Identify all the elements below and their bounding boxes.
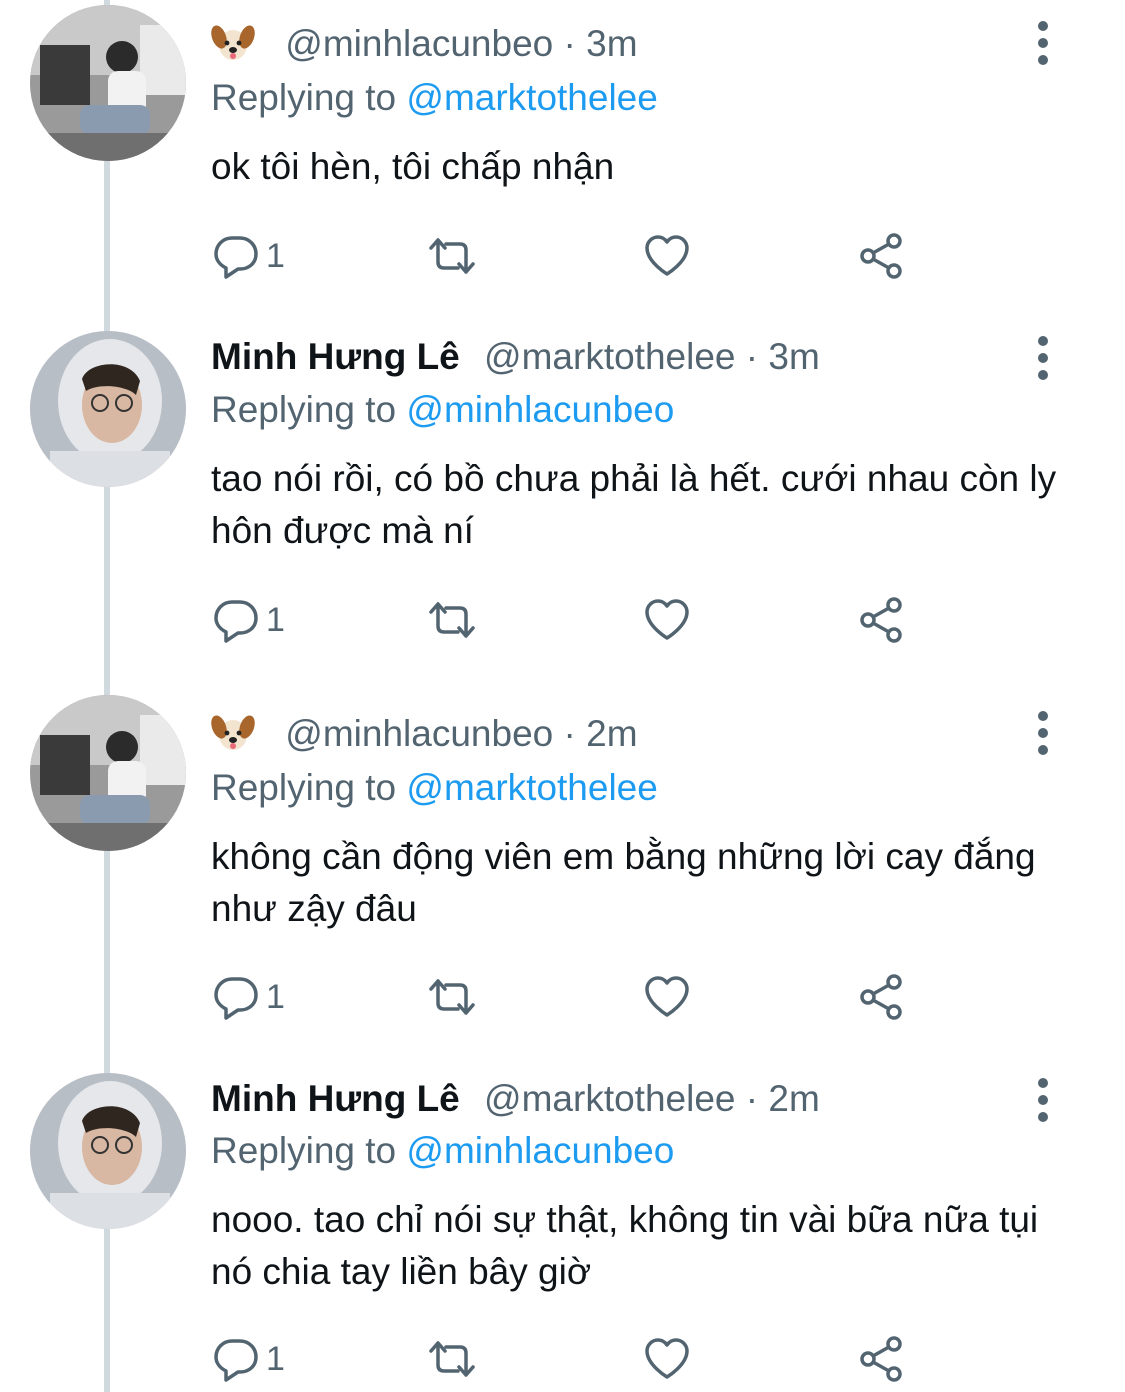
- like-button[interactable]: [643, 595, 691, 645]
- retweet-icon: [429, 979, 475, 1015]
- tweet-header: @minhlacunbeo · 2m: [211, 711, 638, 757]
- tweet-header: @minhlacunbeo · 3m: [211, 21, 638, 67]
- reply-button[interactable]: 1: [212, 972, 285, 1022]
- tweet-header: Minh Hưng Lê @marktothelee · 3m: [211, 334, 820, 380]
- replying-mention[interactable]: @minhlacunbeo: [406, 1130, 674, 1171]
- share-button[interactable]: [858, 972, 906, 1022]
- tweet-actions: 1: [0, 972, 1125, 1022]
- replying-to: Replying to @minhlacunbeo: [211, 387, 674, 433]
- reply-count: 1: [266, 978, 285, 1016]
- more-options-icon[interactable]: [1028, 1075, 1058, 1125]
- retweet-button[interactable]: [428, 972, 476, 1022]
- share-icon: [860, 974, 902, 1020]
- avatar-photo: [30, 1073, 186, 1229]
- tweet-actions: 1: [0, 231, 1125, 281]
- retweet-button[interactable]: [428, 1334, 476, 1384]
- avatar[interactable]: [30, 1073, 186, 1229]
- user-handle[interactable]: @minhlacunbeo: [285, 713, 553, 754]
- more-options-icon[interactable]: [1028, 333, 1058, 383]
- avatar[interactable]: [30, 331, 186, 487]
- replying-prefix: Replying to: [211, 767, 397, 808]
- reply-icon: [214, 236, 258, 279]
- retweet-icon: [429, 238, 475, 274]
- retweet-button[interactable]: [428, 595, 476, 645]
- share-button[interactable]: [858, 1334, 906, 1384]
- share-icon: [860, 233, 902, 279]
- tweet-text: ok tôi hèn, tôi chấp nhận: [211, 146, 615, 187]
- tweet-time[interactable]: · 3m: [746, 336, 820, 377]
- avatar-photo: [30, 331, 186, 487]
- avatar-photo: [30, 5, 186, 161]
- tweet-actions: 1: [0, 595, 1125, 645]
- reply-icon: [214, 600, 258, 643]
- tweet-text: nooo. tao chỉ nói sự thật, không tin vài…: [211, 1199, 1039, 1292]
- tweet-time[interactable]: · 2m: [564, 713, 638, 754]
- replying-to: Replying to @minhlacunbeo: [211, 1128, 674, 1174]
- more-options-icon[interactable]: [1028, 708, 1058, 758]
- tweet-time[interactable]: · 3m: [564, 23, 638, 64]
- replying-prefix: Replying to: [211, 1130, 397, 1171]
- like-button[interactable]: [643, 231, 691, 281]
- user-handle[interactable]: @marktothelee: [484, 1078, 735, 1119]
- more-options-icon[interactable]: [1028, 18, 1058, 68]
- heart-icon: [645, 1338, 689, 1379]
- replying-to: Replying to @marktothelee: [211, 75, 658, 121]
- share-icon: [860, 597, 902, 643]
- avatar[interactable]: [30, 5, 186, 161]
- retweet-icon: [429, 602, 475, 638]
- like-button[interactable]: [643, 1334, 691, 1384]
- heart-icon: [645, 976, 689, 1017]
- replying-to: Replying to @marktothelee: [211, 765, 658, 811]
- reply-icon: [214, 977, 258, 1020]
- dog-face-emoji: [211, 23, 255, 63]
- dog-face-emoji: [211, 713, 255, 753]
- share-button[interactable]: [858, 595, 906, 645]
- reply-count: 1: [266, 601, 285, 639]
- retweet-button[interactable]: [428, 231, 476, 281]
- replying-prefix: Replying to: [211, 389, 397, 430]
- like-button[interactable]: [643, 972, 691, 1022]
- reply-button[interactable]: 1: [212, 231, 285, 281]
- avatar-photo: [30, 695, 186, 851]
- retweet-icon: [429, 1341, 475, 1377]
- avatar[interactable]: [30, 695, 186, 851]
- share-icon: [860, 1336, 902, 1382]
- reply-button[interactable]: 1: [212, 595, 285, 645]
- user-handle[interactable]: @minhlacunbeo: [285, 23, 553, 64]
- reply-icon: [214, 1339, 258, 1382]
- tweet-header: Minh Hưng Lê @marktothelee · 2m: [211, 1076, 820, 1122]
- heart-icon: [645, 235, 689, 276]
- user-handle[interactable]: @marktothelee: [484, 336, 735, 377]
- display-name[interactable]: Minh Hưng Lê: [211, 336, 460, 377]
- tweet-text: không cần động viên em bằng những lời ca…: [211, 836, 1036, 929]
- display-name[interactable]: Minh Hưng Lê: [211, 1078, 460, 1119]
- heart-icon: [645, 599, 689, 640]
- replying-mention[interactable]: @marktothelee: [406, 77, 657, 118]
- tweet-text: tao nói rồi, có bồ chưa phải là hết. cướ…: [211, 458, 1057, 551]
- reply-count: 1: [266, 237, 285, 275]
- reply-button[interactable]: 1: [212, 1334, 285, 1384]
- replying-mention[interactable]: @marktothelee: [406, 767, 657, 808]
- replying-prefix: Replying to: [211, 77, 397, 118]
- reply-count: 1: [266, 1340, 285, 1378]
- share-button[interactable]: [858, 231, 906, 281]
- tweet-time[interactable]: · 2m: [746, 1078, 820, 1119]
- replying-mention[interactable]: @minhlacunbeo: [406, 389, 674, 430]
- tweet-actions: 1: [0, 1334, 1125, 1384]
